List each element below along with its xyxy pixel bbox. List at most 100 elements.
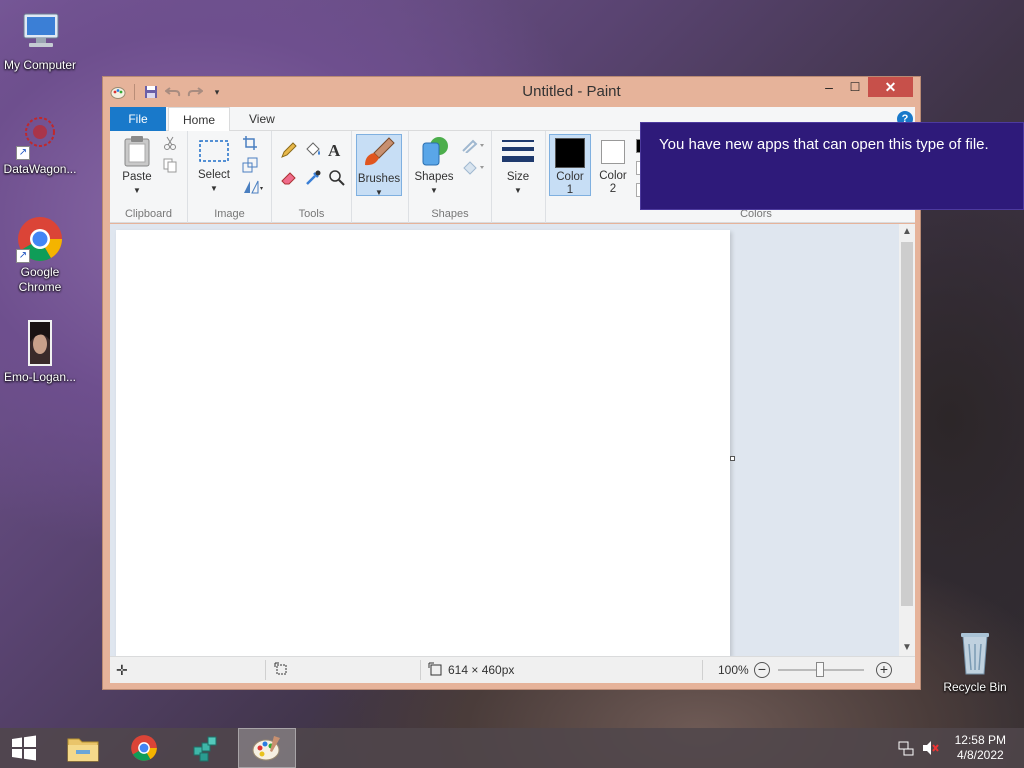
shapes-button[interactable]: Shapes ▼ [413,135,455,197]
desktop-icon-my-computer[interactable]: My Computer [0,8,80,73]
zoom-slider-thumb[interactable] [816,662,824,677]
group-label-shapes: Shapes [431,208,469,220]
group-label-tools: Tools [298,208,325,220]
resize-icon[interactable] [242,157,260,175]
color2-swatch [601,140,625,164]
color2-label-b: 2 [609,183,617,195]
chrome-icon: ↗ [16,215,64,263]
new-apps-notification[interactable]: You have new apps that can open this typ… [640,122,1024,210]
fill-icon[interactable] [304,141,322,159]
minimize-button[interactable]: – [816,77,842,97]
shortcut-arrow-icon: ↗ [16,249,30,263]
notification-text: You have new apps that can open this typ… [659,136,989,153]
zoom-level: 100% [718,663,749,677]
color1-label-b: 1 [566,184,574,196]
brushes-button[interactable]: Brushes ▼ [356,134,402,197]
clock-date: 4/8/2022 [956,748,1004,762]
group-brushes: Brushes ▼ [352,131,408,223]
window-title: Untitled - Paint [522,83,621,100]
brushes-label: Brushes [357,173,401,185]
status-separator [420,660,421,680]
selection-size-icon [274,662,288,679]
outline-icon[interactable] [461,137,484,155]
group-label-image: Image [214,208,245,220]
pencil-icon[interactable] [280,141,298,159]
dropdown-arrow-icon: ▼ [514,186,522,195]
dropdown-arrow-icon: ▼ [133,186,141,195]
color2-button[interactable]: Color 2 [593,134,633,196]
tab-home[interactable]: Home [168,107,231,132]
desktop-icon-label: Emo-Logan... [3,370,77,384]
vertical-scrollbar[interactable]: ▲ ▼ [899,224,915,656]
group-size: Size ▼ [492,131,546,223]
canvas-resize-handle[interactable] [730,456,735,461]
eraser-icon[interactable] [280,169,298,187]
maximize-button[interactable]: ☐ [842,77,868,97]
desktop-icon-recycle-bin[interactable]: Recycle Bin [935,630,1015,695]
color1-swatch [555,138,585,168]
scroll-down-icon[interactable]: ▼ [899,640,915,656]
close-button[interactable]: ✕ [868,77,913,97]
size-button[interactable]: Size ▼ [498,137,538,197]
taskbar: 12:58 PM 4/8/2022 [0,728,1024,768]
magnifier-icon[interactable] [328,169,346,187]
copy-icon[interactable] [162,157,180,175]
window-controls: – ☐ ✕ [816,77,913,97]
desktop-icon-label: DataWagon... [3,162,77,176]
group-clipboard: Paste ▼ Clipboard [110,131,188,223]
blocks-app-icon [193,736,217,762]
chrome-icon [131,735,157,761]
color-picker-icon[interactable] [304,169,322,187]
rotate-icon[interactable] [242,179,263,197]
start-button[interactable] [0,728,48,768]
color1-button[interactable]: Color 1 [549,134,591,196]
color2-label-a: Color [599,170,627,182]
taskbar-file-explorer[interactable] [54,728,112,768]
select-button[interactable]: Select ▼ [194,137,234,195]
paste-icon [124,136,150,167]
clock-time: 12:58 PM [954,733,1006,747]
shortcut-arrow-icon: ↗ [16,146,30,160]
drawing-canvas[interactable] [116,230,730,656]
cut-icon[interactable] [162,135,180,153]
select-icon [199,140,229,162]
taskbar-clock[interactable]: 12:58 PM 4/8/2022 [955,733,1006,763]
canvas-size-text: 614 × 460px [448,663,515,677]
size-label: Size [506,171,530,183]
desktop-icon-emo-logan[interactable]: Emo-Logan... [0,320,80,385]
image-thumbnail-icon [16,320,64,368]
scroll-thumb[interactable] [901,242,913,606]
paste-label: Paste [122,171,152,183]
volume-muted-icon[interactable] [922,740,940,759]
desktop-icon-datawagon[interactable]: ↗ DataWagon... [0,112,80,177]
shapes-label: Shapes [414,171,454,183]
zoom-in-button[interactable]: + [876,662,892,678]
fill-shape-icon[interactable] [461,159,484,177]
taskbar-app-blocks[interactable] [176,728,234,768]
title-bar[interactable]: ▾ Untitled - Paint – ☐ ✕ [103,77,920,107]
group-tools: A Tools [272,131,352,223]
scroll-up-icon[interactable]: ▲ [899,224,915,240]
paint-app-icon [252,736,280,761]
network-icon[interactable] [898,740,914,759]
computer-icon [16,8,64,56]
desktop-icon-google-chrome[interactable]: ↗ Google Chrome [0,215,80,295]
taskbar-chrome[interactable] [115,728,173,768]
tab-view[interactable]: View [235,107,289,131]
datawagon-icon: ↗ [16,112,64,160]
dropdown-arrow-icon: ▼ [375,188,383,197]
group-image: Select ▼ Image [188,131,272,223]
desktop-icon-label: My Computer [3,58,77,72]
size-icon [502,140,534,162]
desktop-icon-label: Google Chrome [18,265,62,294]
select-label: Select [198,169,230,181]
taskbar-paint[interactable] [238,728,296,768]
zoom-slider[interactable] [778,662,864,677]
crop-icon[interactable] [242,135,260,153]
paste-button[interactable]: Paste ▼ [116,135,158,197]
tab-file[interactable]: File [110,107,166,131]
text-icon[interactable]: A [328,141,346,160]
group-label-clipboard: Clipboard [124,208,173,220]
canvas-size-icon [428,662,442,679]
zoom-out-button[interactable]: − [754,662,770,678]
